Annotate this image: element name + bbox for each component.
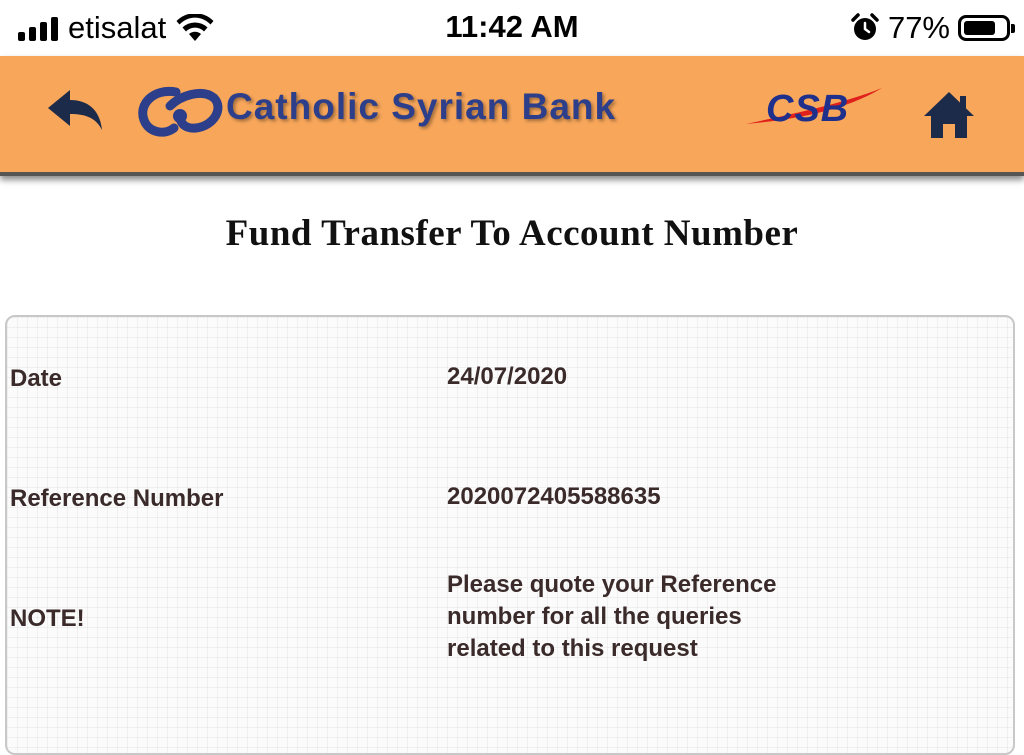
home-icon[interactable] [922,88,976,142]
status-bar: etisalat 11:42 AM 77% [0,0,1024,56]
battery-percent: 77% [887,10,950,45]
reference-number-label: Reference Number [10,485,224,512]
note-label: NOTE! [10,605,85,632]
note-text-line: related to this request [447,635,698,662]
note-text: Please quote your Reference number for a… [447,569,867,665]
bank-name: Catholic Syrian Bank [226,86,617,127]
back-arrow-icon[interactable] [44,86,106,136]
app-header: Catholic Syrian Bank CSB [0,56,1024,176]
alarm-icon [851,13,879,40]
date-label: Date [10,365,63,392]
note-text-line: Please quote your Reference [447,571,777,598]
date-value: 24/07/2020 [447,363,568,390]
bank-logo-icon [138,86,223,137]
status-right: 77% [850,10,1015,46]
csb-logo: CSB [742,84,892,144]
transfer-details-card: Date 24/07/2020 Reference Number 2020072… [5,315,1015,755]
page-title: Fund Transfer To Account Number [225,213,799,254]
csb-logo-text: CSB [766,88,850,130]
reference-number-value: 2020072405588635 [447,483,661,510]
battery-level [964,21,995,35]
battery-icon [958,15,1015,41]
note-text-line: number for all the queries [447,603,742,630]
